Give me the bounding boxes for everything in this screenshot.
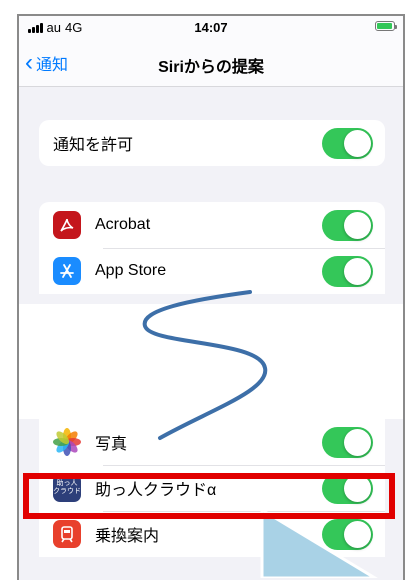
highlight-box xyxy=(23,473,395,519)
break-squiggle xyxy=(142,290,268,440)
pointer-arrow xyxy=(260,507,378,578)
